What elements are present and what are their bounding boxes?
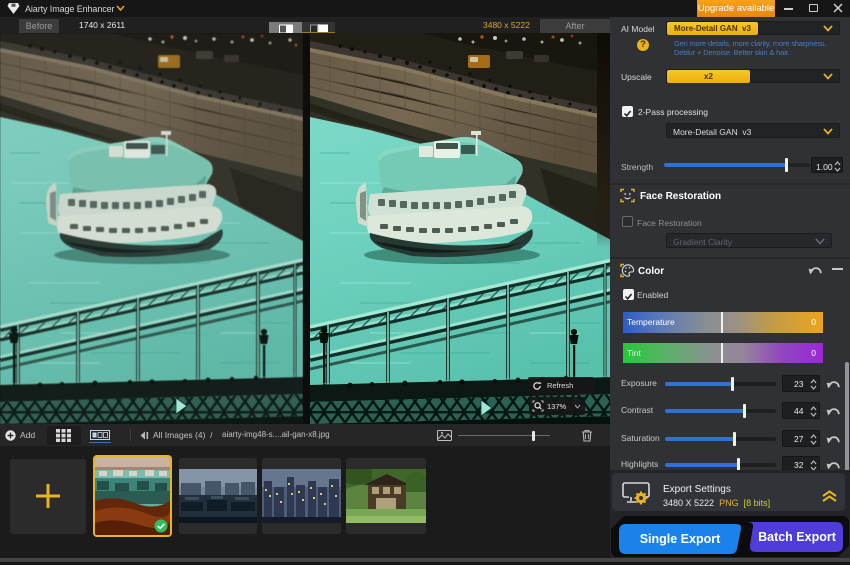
svg-text:Batch Export: Batch Export — [758, 530, 837, 544]
svg-text:Single Export: Single Export — [640, 532, 721, 546]
